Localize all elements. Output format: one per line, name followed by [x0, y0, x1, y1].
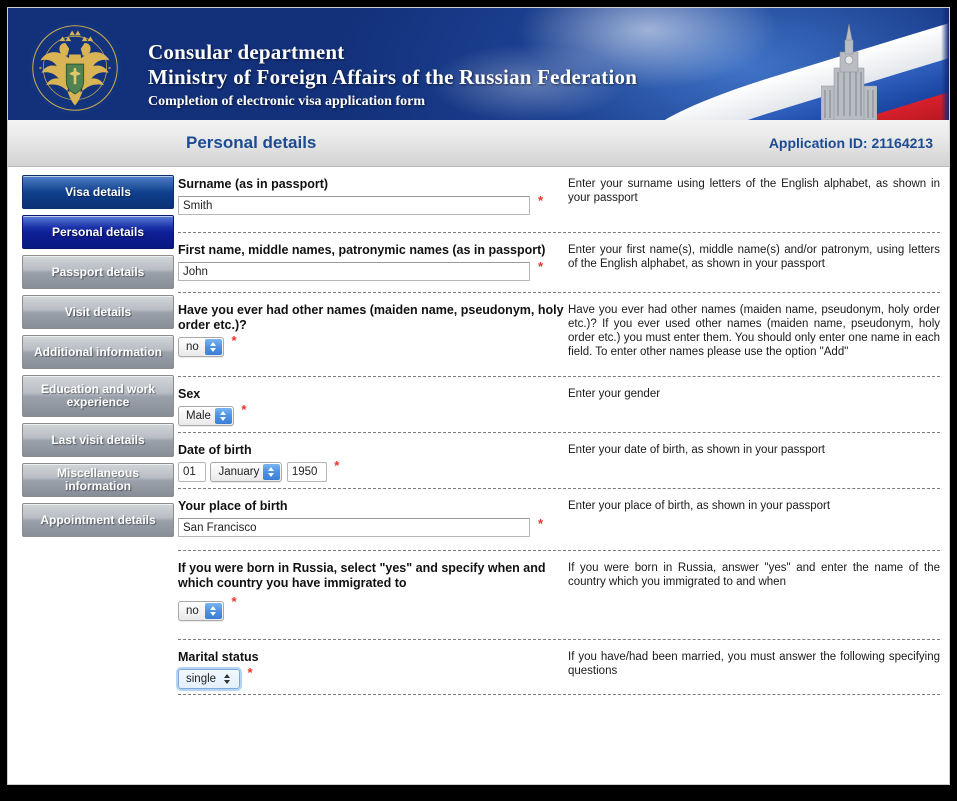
sidebar-item-last-visit-details[interactable]: Last visit details: [22, 423, 174, 457]
date-of-birth-year-input[interactable]: [286, 462, 327, 482]
field-row-sex: Sex Male *: [178, 377, 566, 433]
marital-status-label: Marital status: [178, 650, 259, 664]
sex-label: Sex: [178, 387, 201, 401]
help-row-surname: Enter your surname using letters of the …: [568, 167, 940, 233]
chevron-updown-icon: [219, 671, 236, 687]
sidebar-item-miscellaneous-information[interactable]: Miscellaneous information: [22, 463, 174, 497]
section-title-bar: Personal details Application ID: 2116421…: [8, 120, 949, 167]
surname-required-marker: *: [538, 193, 544, 208]
chevron-updown-icon: [214, 408, 232, 424]
sidebar-item-additional-information[interactable]: Additional information: [22, 335, 174, 369]
help-row-date-of-birth: Enter your date of birth, as shown in yo…: [568, 433, 940, 489]
sidebar-item-personal-details[interactable]: Personal details: [22, 215, 174, 249]
banner-line-2: Ministry of Foreign Affairs of the Russi…: [148, 65, 638, 89]
born-in-russia-label: If you were born in Russia, select "yes"…: [178, 561, 546, 590]
sex-required-marker: *: [241, 402, 247, 418]
surname-help-text: Enter your surname using letters of the …: [568, 178, 940, 204]
field-row-first-name: First name, middle names, patronymic nam…: [178, 233, 566, 293]
date-of-birth-label: Date of birth: [178, 443, 252, 457]
application-id-label: Application ID: 21164213: [768, 135, 933, 151]
russian-mfa-emblem-icon: [27, 20, 123, 116]
sidebar-item-label: Personal details: [51, 224, 145, 239]
sidebar-item-label: Additional information: [34, 344, 162, 359]
born-in-russia-select[interactable]: no: [178, 601, 224, 621]
help-row-sex: Enter your gender: [568, 377, 940, 433]
other-names-label: Have you ever had other names (maiden na…: [178, 303, 564, 332]
date-of-birth-help-text: Enter your date of birth, as shown in yo…: [568, 444, 825, 456]
born-in-russia-selected-value: no: [186, 605, 199, 617]
help-row-place-of-birth: Enter your place of birth, as shown in y…: [568, 489, 940, 551]
help-row-marital-status: If you have/had been married, you must a…: [568, 640, 940, 695]
place-of-birth-required-marker: *: [538, 516, 544, 531]
field-row-date-of-birth: Date of birth January *: [178, 433, 566, 489]
site-banner: Consular department Ministry of Foreign …: [8, 8, 949, 120]
place-of-birth-help-text: Enter your place of birth, as shown in y…: [568, 500, 831, 512]
other-names-selected-value: no: [186, 341, 199, 353]
sidebar-item-label: Appointment details: [40, 512, 156, 527]
sidebar-item-label: Last visit details: [51, 432, 145, 447]
sidebar-item-visit-details[interactable]: Visit details: [22, 295, 174, 329]
help-text-column: Enter your surname using letters of the …: [568, 167, 940, 695]
sidebar-item-label: Passport details: [51, 264, 145, 279]
field-row-born-in-russia: If you were born in Russia, select "yes"…: [178, 551, 566, 640]
date-of-birth-month-value: January: [218, 466, 260, 478]
section-navigation: Visa details Personal details Passport d…: [22, 175, 174, 543]
born-in-russia-help-text: If you were born in Russia, answer "yes"…: [568, 562, 940, 588]
content-area: Visa details Personal details Passport d…: [8, 167, 949, 784]
sidebar-item-appointment-details[interactable]: Appointment details: [22, 503, 174, 537]
sidebar-item-education-and-work-experience[interactable]: Education and work experience: [22, 375, 174, 417]
banner-line-1: Consular department: [148, 40, 345, 64]
help-row-first-name: Enter your first name(s), middle name(s)…: [568, 233, 940, 293]
born-in-russia-required-marker: *: [231, 594, 237, 610]
help-row-other-names: Have you ever had other names (maiden na…: [568, 293, 940, 377]
place-of-birth-input[interactable]: [178, 518, 530, 537]
surname-label: Surname (as in passport): [178, 177, 329, 191]
chevron-updown-icon: [205, 603, 222, 619]
mfa-building-icon: [821, 24, 877, 120]
sex-select[interactable]: Male: [178, 406, 234, 426]
marital-status-help-text: If you have/had been married, you must a…: [568, 651, 940, 677]
first-name-label: First name, middle names, patronymic nam…: [178, 243, 546, 257]
field-row-place-of-birth: Your place of birth *: [178, 489, 566, 551]
application-page: Consular department Ministry of Foreign …: [7, 7, 950, 785]
sidebar-item-label: Visa details: [65, 184, 131, 199]
banner-title-block: Consular department Ministry of Foreign …: [148, 40, 637, 112]
date-of-birth-required-marker: *: [334, 458, 340, 474]
sidebar-item-visa-details[interactable]: Visa details: [22, 175, 174, 209]
first-name-help-text: Enter your first name(s), middle name(s)…: [568, 244, 940, 270]
form-fields-column: Surname (as in passport) * First name, m…: [178, 167, 566, 695]
page-title: Personal details: [186, 133, 317, 152]
date-of-birth-day-input[interactable]: [178, 462, 206, 482]
field-row-other-names: Have you ever had other names (maiden na…: [178, 293, 566, 377]
field-row-surname: Surname (as in passport) *: [178, 167, 566, 233]
date-of-birth-month-select[interactable]: January: [210, 462, 283, 482]
surname-input[interactable]: [178, 196, 530, 215]
first-name-input[interactable]: [178, 262, 530, 281]
first-name-required-marker: *: [538, 259, 544, 274]
marital-status-select[interactable]: single: [178, 669, 240, 689]
chevron-updown-icon: [205, 339, 222, 355]
sex-help-text: Enter your gender: [568, 388, 661, 400]
chevron-updown-icon: [263, 464, 281, 480]
banner-edge-fade: [941, 8, 949, 120]
place-of-birth-label: Your place of birth: [178, 499, 288, 513]
other-names-help-text: Have you ever had other names (maiden na…: [568, 304, 940, 358]
sex-selected-value: Male: [186, 410, 211, 422]
marital-status-selected-value: single: [186, 673, 217, 685]
sidebar-item-label: Visit details: [64, 304, 132, 319]
help-row-born-in-russia: If you were born in Russia, answer "yes"…: [568, 551, 940, 640]
sidebar-item-label: Miscellaneous information: [56, 466, 140, 493]
field-row-marital-status: Marital status single *: [178, 640, 566, 695]
other-names-select[interactable]: no: [178, 337, 224, 357]
marital-status-required-marker: *: [247, 665, 253, 681]
sidebar-item-label: Education and work experience: [40, 382, 155, 409]
sidebar-item-passport-details[interactable]: Passport details: [22, 255, 174, 289]
banner-line-3: Completion of electronic visa applicatio…: [148, 94, 425, 109]
other-names-required-marker: *: [231, 333, 237, 349]
